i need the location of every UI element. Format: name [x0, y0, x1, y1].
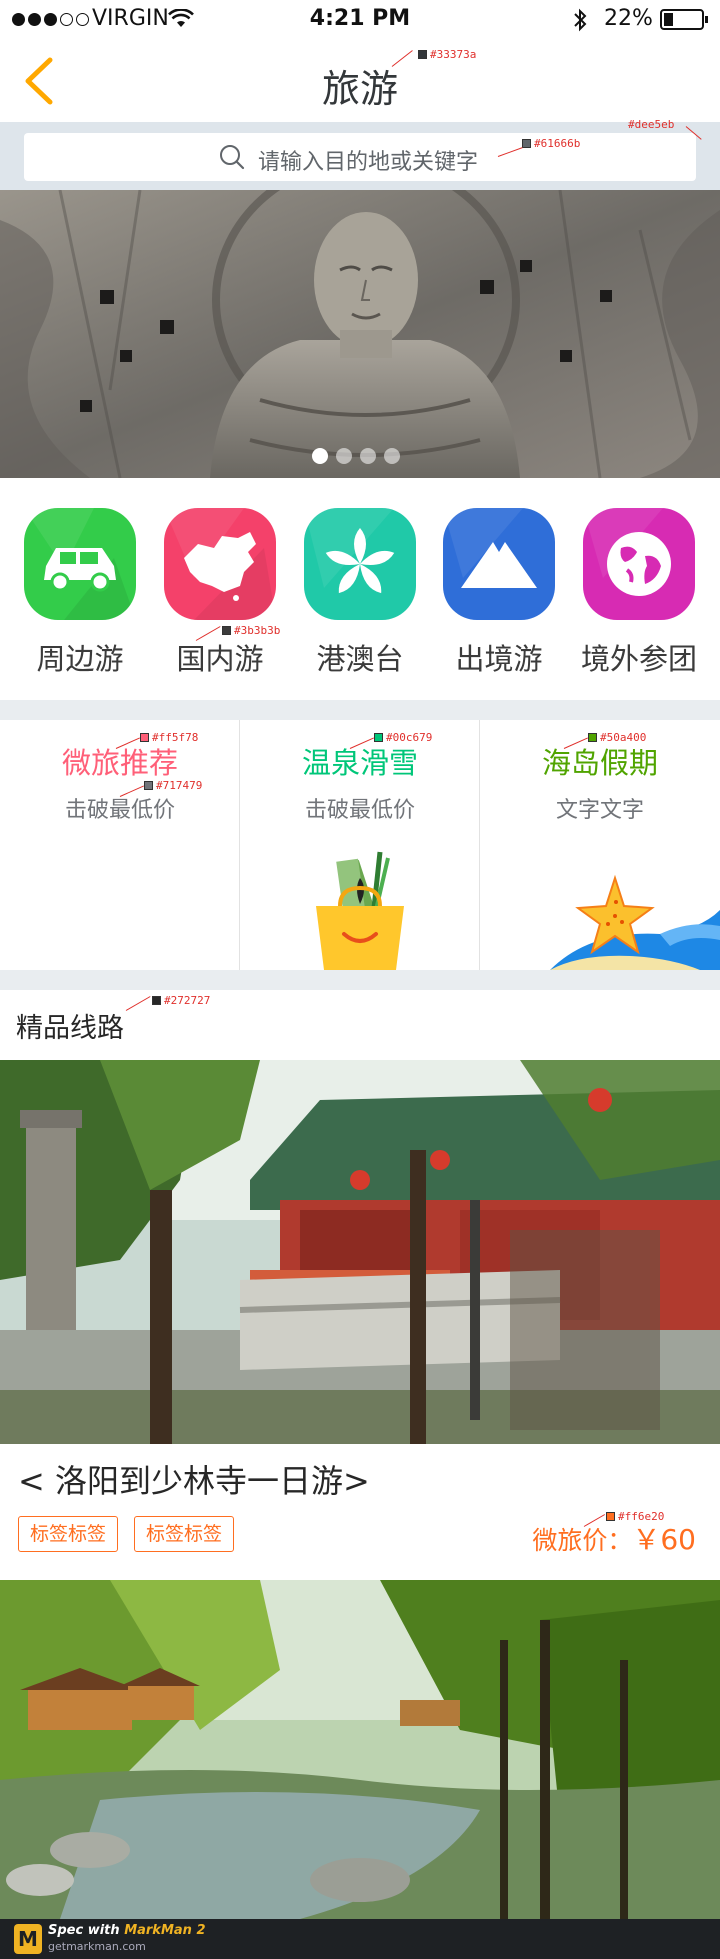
car-icon — [24, 508, 136, 620]
route-image-lake-park[interactable] — [0, 1580, 720, 1919]
starfish-beach-icon — [550, 874, 720, 970]
bluetooth-icon — [574, 8, 587, 32]
search-icon — [220, 145, 245, 170]
spec-label: #272727 — [152, 994, 210, 1007]
spec-label: #717479 — [144, 779, 202, 792]
markman-brand: Spec with MarkMan 2 — [48, 1923, 206, 1938]
spec-label: #ff5f78 — [140, 731, 198, 744]
spec-label: #3b3b3b — [222, 624, 280, 637]
temple-photo — [0, 1060, 720, 1444]
battery-percent: 22% — [604, 6, 653, 31]
lake-park-photo — [0, 1580, 720, 1919]
search-placeholder: 请输入目的地或关键字 — [258, 150, 479, 175]
buddha-statue-image — [0, 190, 720, 478]
category-icon-nearby[interactable] — [24, 508, 136, 620]
price-label: 微旅价： — [532, 1526, 633, 1555]
promo-title: 温泉滑雪 — [301, 746, 418, 780]
nav-bar: 旅游 — [0, 40, 720, 122]
pager-dot[interactable] — [336, 448, 352, 464]
route-title[interactable]: < 洛阳到少林寺一日游> — [18, 1456, 370, 1502]
category-label[interactable]: 港澳台 — [280, 636, 440, 678]
promo-card-weilv[interactable]: 微旅推荐 击破最低价 — [0, 720, 240, 970]
section-divider — [0, 700, 720, 720]
spec-label: #50a400 — [588, 731, 646, 744]
pager-dot-active[interactable] — [312, 448, 328, 464]
category-icon-outbound[interactable] — [443, 508, 555, 620]
china-map-icon — [164, 508, 276, 620]
category-label[interactable]: 出境游 — [419, 636, 579, 678]
category-label[interactable]: 境外参团 — [559, 636, 719, 678]
pager-dot[interactable] — [384, 448, 400, 464]
category-icon-overseas-group[interactable] — [583, 508, 695, 620]
section-divider — [0, 970, 720, 990]
markman-logo-icon: M — [14, 1924, 42, 1954]
spec-label: #61666b — [522, 137, 580, 150]
markman-site: getmarkman.com — [48, 1940, 146, 1953]
route-price: 微旅价：￥60 — [532, 1518, 696, 1558]
category-grid: 周边游 国内游 港澳台 出境游 境外参团 — [0, 478, 720, 700]
mountain-icon — [443, 508, 537, 588]
promo-subtitle: 击破最低价 — [304, 798, 415, 823]
spec-label: #33373a — [418, 48, 476, 61]
status-bar: VIRGIN 4:21 PM 22% — [0, 0, 720, 40]
route-tag: 标签标签 — [134, 1516, 235, 1552]
spec-label: #00c679 — [374, 731, 432, 744]
promo-subtitle: 文字文字 — [555, 798, 644, 823]
category-icon-domestic[interactable] — [164, 508, 276, 620]
globe-icon — [583, 508, 671, 596]
bauhinia-flower-icon — [304, 508, 395, 594]
spec-label: #dee5eb — [628, 118, 675, 131]
promo-row: 微旅推荐 击破最低价 温泉滑雪 击破最低价 海岛假期 文字文字 — [0, 720, 720, 970]
markman-footer: M Spec with MarkMan 2 getmarkman.com — [0, 1919, 720, 1959]
banner-carousel[interactable] — [0, 190, 720, 478]
category-icon-hk-macau-tw[interactable] — [304, 508, 416, 620]
promo-card-island[interactable]: 海岛假期 文字文字 — [480, 720, 720, 970]
battery-icon — [660, 9, 708, 30]
category-label[interactable]: 国内游 — [140, 636, 300, 678]
route-image-shaolin[interactable] — [0, 1060, 720, 1444]
promo-title: 海岛假期 — [541, 746, 658, 780]
pager-dot[interactable] — [360, 448, 376, 464]
carousel-pager[interactable] — [312, 448, 400, 464]
route-tag: 标签标签 — [18, 1516, 119, 1552]
category-label[interactable]: 周边游 — [0, 636, 160, 678]
page-title: 旅游 — [321, 67, 398, 111]
section-title: 精品线路 — [16, 1013, 124, 1044]
promo-card-hotspring-ski[interactable]: 温泉滑雪 击破最低价 — [240, 720, 480, 970]
spec-label: #ff6e20 — [606, 1510, 664, 1523]
shopping-bag-icon — [316, 851, 404, 970]
price-value: ￥60 — [632, 1523, 696, 1556]
